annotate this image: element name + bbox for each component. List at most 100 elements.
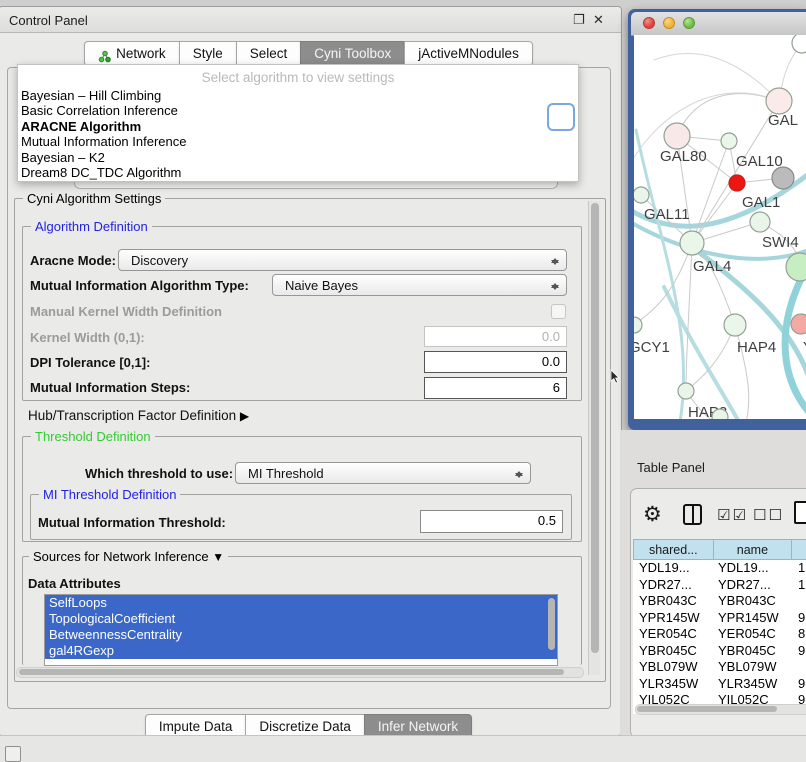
table-header-row: shared...nameA [633, 539, 806, 560]
table-horizontal-scrollbar[interactable] [635, 704, 806, 715]
group-title: Algorithm Definition [31, 219, 152, 234]
network-node[interactable] [792, 35, 806, 53]
network-node-gal4[interactable] [680, 231, 704, 255]
network-window-titlebar[interactable] [631, 12, 806, 36]
dropdown-placeholder: Select algorithm to view settings [18, 65, 578, 88]
network-node-gal10[interactable] [721, 133, 737, 149]
tab-label: Select [250, 42, 288, 65]
column-header[interactable]: name [713, 539, 793, 560]
which-threshold-value: MI Threshold [248, 466, 324, 481]
deselect-all-checkboxes-icon[interactable]: ☐☐ [753, 506, 784, 524]
node-label: SWI4 [762, 234, 799, 251]
tab-jactivemnodules[interactable]: jActiveMNodules [404, 41, 533, 66]
algorithm-option[interactable]: Bayesian – K2 [18, 150, 578, 165]
network-canvas[interactable]: GALGAL80GAL10GAL1GAL11SWI4GAL4GCY1HAP4YH… [634, 35, 806, 419]
table-cell: YBL079W [714, 659, 794, 676]
zoom-traffic-light-icon[interactable] [683, 17, 695, 29]
screen: Control Panel ❐ ✕ NetworkStyle Select Cyni… [0, 0, 806, 762]
mi-threshold-field[interactable]: 0.5 [420, 510, 563, 533]
select-all-checkboxes-icon[interactable]: ☑☑ [717, 506, 748, 524]
tab-select[interactable]: Select [236, 41, 302, 66]
table-row[interactable]: YDR27...YDR27...12 [633, 577, 806, 594]
which-threshold-select[interactable]: MI Threshold [235, 462, 531, 484]
table-horizontal-scrollbar-thumb[interactable] [637, 706, 777, 712]
network-edge [677, 94, 779, 136]
export-table-icon[interactable] [794, 501, 806, 524]
tab-network[interactable]: Network [84, 41, 180, 66]
corner-widget-icon[interactable] [5, 746, 21, 762]
stepper-arrows-icon [550, 278, 559, 294]
table-row[interactable]: YER054CYER054C8. [633, 626, 806, 643]
table-cell: YBR045C [714, 643, 794, 660]
mi-type-label: Mutual Information Algorithm Type: [30, 278, 249, 293]
algorithm-option[interactable]: Bayesian – Hill Climbing [18, 88, 578, 103]
obscured-combobox-fragment [547, 103, 575, 131]
table-row[interactable]: YBR045CYBR045C9. [633, 643, 806, 660]
mi-steps-field[interactable]: 6 [424, 377, 567, 399]
network-node-swi4[interactable] [750, 212, 770, 232]
column-header[interactable]: A [791, 539, 806, 560]
attribute-item[interactable]: gal4RGexp [45, 643, 557, 659]
table-cell: YLR345W [714, 676, 794, 693]
network-node[interactable] [712, 409, 728, 419]
algorithm-option[interactable]: Basic Correlation Inference [18, 103, 578, 118]
network-node-y[interactable] [791, 314, 806, 334]
table-row[interactable]: YBL079WYBL079W [633, 659, 806, 676]
table-cell: YDL19... [714, 560, 794, 577]
sources-title[interactable]: Sources for Network Inference ▼ [29, 549, 228, 564]
column-header[interactable]: shared... [633, 539, 714, 560]
control-panel-titlebar: Control Panel ❐ ✕ [0, 7, 621, 33]
hub-definition-expander[interactable]: Hub/Transcription Factor Definition ▶ [28, 408, 249, 423]
close-traffic-light-icon[interactable] [643, 17, 655, 29]
control-panel-tabs: NetworkStyle Select Cyni Toolbox jActiveMNo… [0, 41, 619, 66]
node-label: HAP4 [737, 339, 776, 356]
network-node-gal1[interactable] [729, 175, 745, 191]
algorithm-option[interactable]: Dream8 DC_TDC Algorithm [18, 165, 578, 180]
close-icon[interactable]: ✕ [593, 12, 604, 28]
table-row[interactable]: YDL19...YDL19...13 [633, 560, 806, 577]
network-edge [636, 130, 684, 419]
columns-icon[interactable] [683, 504, 702, 525]
table-cell: YBR043C [633, 593, 714, 610]
tab-style[interactable]: Style [179, 41, 237, 66]
network-node-hap2[interactable] [678, 383, 694, 399]
table-cell: YBR043C [714, 593, 794, 610]
table-row[interactable]: YPR145WYPR145W9. [633, 610, 806, 627]
table-cell: 9. [794, 676, 806, 693]
algorithm-option[interactable]: ARACNE Algorithm [18, 119, 578, 134]
dpi-tolerance-field[interactable]: 0.0 [424, 351, 567, 373]
aracne-mode-select[interactable]: Discovery [118, 249, 567, 271]
settings-gear-icon[interactable]: ⚙ [643, 502, 662, 527]
network-edge [686, 325, 735, 391]
network-node-gal80[interactable] [664, 123, 690, 149]
table-cell: YPR145W [714, 610, 794, 627]
network-node-hap4[interactable] [724, 314, 746, 336]
aracne-mode-label: Aracne Mode: [30, 253, 116, 268]
network-node-gal[interactable] [766, 88, 792, 114]
algorithm-option[interactable]: Mutual Information Inference [18, 134, 578, 149]
node-table: shared...nameA YDL19...YDL19...13YDR27..… [633, 539, 806, 714]
horizontal-scrollbar-thumb[interactable] [19, 669, 564, 675]
mi-algorithm-type-select[interactable]: Naive Bayes [272, 274, 567, 296]
attribute-item[interactable]: SelfLoops [45, 595, 557, 611]
stepper-arrows-icon [550, 253, 559, 269]
vertical-scrollbar-thumb[interactable] [591, 203, 599, 653]
data-attributes-list[interactable]: SelfLoopsTopologicalCoefficientBetweenne… [44, 594, 558, 666]
table-panel-title: Table Panel [637, 460, 705, 475]
table-row[interactable]: YLR345WYLR345W9. [633, 676, 806, 693]
network-node[interactable] [772, 167, 794, 189]
network-node-gal11[interactable] [634, 187, 649, 203]
vertical-scrollbar[interactable] [588, 201, 600, 675]
table-cell: YBL079W [633, 659, 714, 676]
attribute-item[interactable]: TopologicalCoefficient [45, 611, 557, 627]
list-scrollbar-thumb[interactable] [548, 598, 555, 650]
aracne-mode-value: Discovery [131, 253, 188, 268]
table-row[interactable]: YBR043CYBR043C [633, 593, 806, 610]
minimize-traffic-light-icon[interactable] [663, 17, 675, 29]
float-icon[interactable]: ❐ [573, 12, 585, 28]
horizontal-scrollbar[interactable] [16, 667, 584, 678]
mi-type-value: Naive Bayes [285, 278, 358, 293]
tab-label: jActiveMNodules [418, 42, 519, 65]
tab-cyni-toolbox[interactable]: Cyni Toolbox [300, 41, 405, 66]
attribute-item[interactable]: BetweennessCentrality [45, 627, 557, 643]
